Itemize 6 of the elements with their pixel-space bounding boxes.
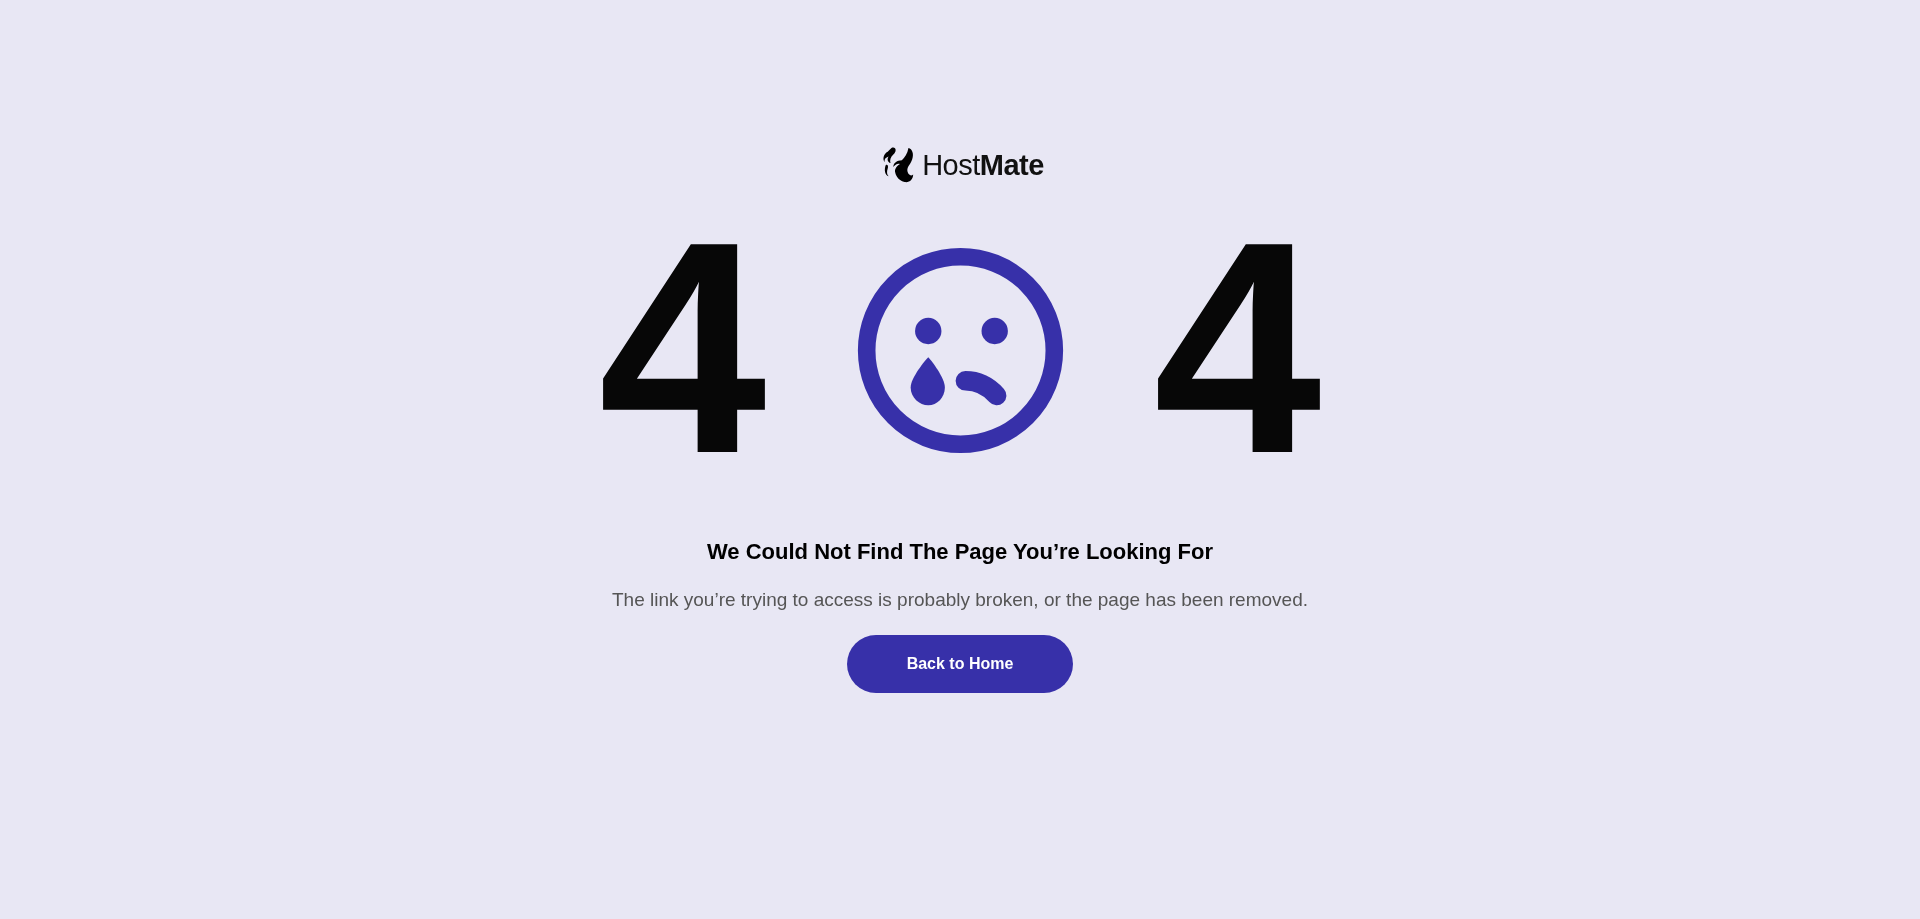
error-digit: 4 <box>1153 228 1322 468</box>
error-digit: 4 <box>598 228 767 468</box>
error-heading: We Could Not Find The Page You’re Looking For <box>707 538 1213 566</box>
back-home-button[interactable]: Back to Home <box>847 635 1073 693</box>
logo-text: HostMate <box>922 150 1044 180</box>
error-message: The link you’re trying to access is probably broken, or the page has been removed. <box>612 588 1308 612</box>
